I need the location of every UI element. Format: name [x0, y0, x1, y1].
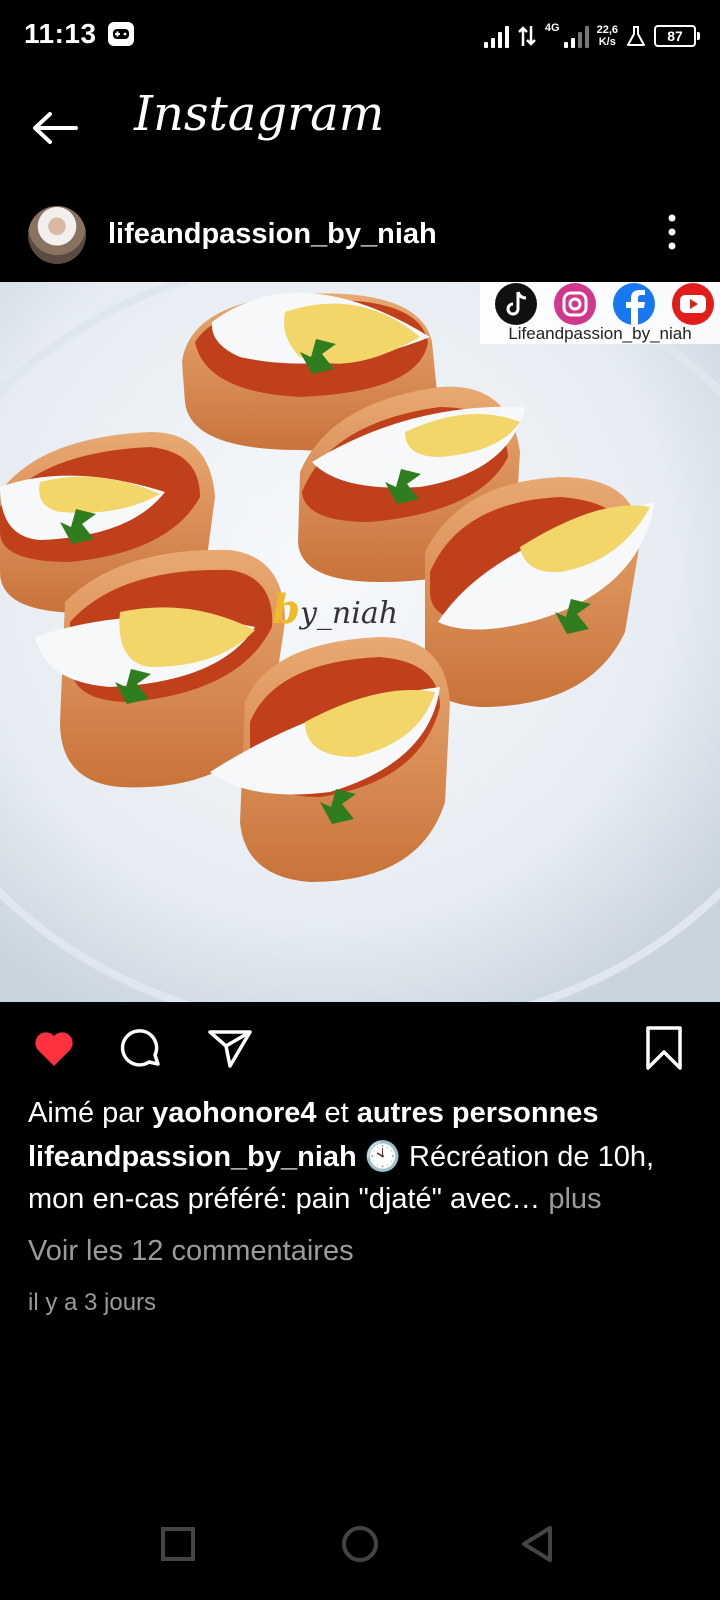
app-title: Instagram: [134, 86, 385, 142]
network-speed: 22,6 K/s: [596, 24, 618, 48]
post-actions: [0, 1018, 720, 1078]
share-icon[interactable]: [206, 1024, 254, 1072]
bookmark-icon[interactable]: [640, 1024, 688, 1072]
recents-square-icon[interactable]: [156, 1522, 200, 1566]
post-header: lifeandpassion_by_niah: [0, 198, 720, 282]
status-icons: 4G 22,6 K/s 87: [483, 20, 700, 52]
app-header: Instagram: [0, 72, 720, 182]
facebook-icon: [613, 283, 655, 325]
heart-filled-icon[interactable]: [30, 1024, 78, 1072]
post-photo[interactable]: Lifeandpassion_by_niah by_niah: [0, 282, 720, 1002]
by-niah-watermark: by_niah: [272, 586, 399, 633]
battery-indicator: 87: [654, 25, 700, 47]
clock-emoji: 🕙: [364, 1141, 401, 1173]
youtube-icon: [672, 283, 714, 325]
signal-1-icon: [483, 24, 509, 48]
home-circle-icon[interactable]: [338, 1522, 382, 1566]
post-username[interactable]: lifeandpassion_by_niah: [108, 218, 437, 251]
data-transfer-icon: [518, 26, 536, 46]
watermark-text: Lifeandpassion_by_niah: [508, 324, 692, 343]
status-time: 11:13: [24, 18, 97, 49]
tiktok-icon: [495, 283, 537, 325]
post-timestamp: il y a 3 jours: [28, 1289, 157, 1316]
arrow-left-icon[interactable]: [30, 110, 80, 146]
social-icons: [495, 283, 714, 325]
avatar[interactable]: [28, 206, 86, 264]
instagram-icon: [554, 283, 596, 325]
likes-others-link[interactable]: autres personnes: [357, 1097, 599, 1129]
network-type: 4G: [544, 22, 560, 34]
comment-icon[interactable]: [118, 1024, 166, 1072]
system-nav-bar: [0, 1490, 720, 1600]
food-image: [0, 282, 720, 1002]
liker-username[interactable]: yaohonore4: [152, 1097, 316, 1129]
status-bar: 11:13 4G 22,6 K/s 87: [0, 0, 720, 72]
caption-username[interactable]: lifeandpassion_by_niah: [28, 1141, 357, 1173]
back-triangle-icon[interactable]: [516, 1522, 560, 1566]
signal-2-icon: [563, 24, 589, 48]
caption-more-link[interactable]: plus: [548, 1183, 601, 1215]
game-controller-icon: [108, 22, 134, 46]
flask-icon: [627, 26, 645, 46]
more-options-icon[interactable]: [666, 214, 678, 250]
likes-line: Aimé par yaohonore4 et autres personnes: [28, 1097, 599, 1129]
post-caption: lifeandpassion_by_niah 🕙 Récréation de 1…: [28, 1136, 698, 1220]
social-watermark: Lifeandpassion_by_niah: [480, 282, 720, 344]
view-comments-link[interactable]: Voir les 12 commentaires: [28, 1230, 698, 1272]
